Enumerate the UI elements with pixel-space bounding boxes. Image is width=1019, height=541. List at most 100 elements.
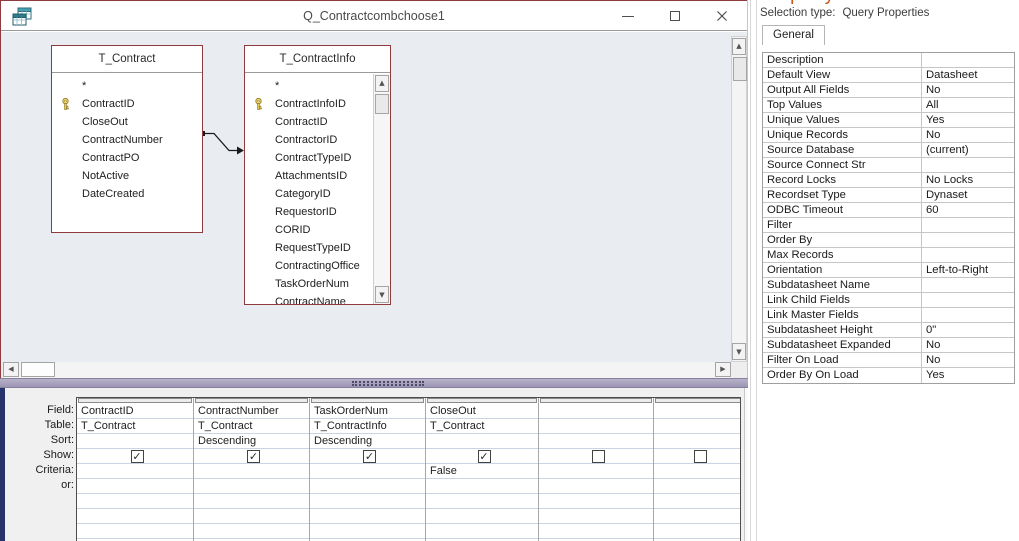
property-value[interactable] — [922, 293, 1014, 308]
column-selector[interactable] — [311, 398, 424, 403]
grid-cell-show[interactable]: ✓ — [77, 449, 193, 464]
grid-cell-field[interactable]: ContractNumber — [194, 404, 309, 419]
table-field[interactable]: DateCreated — [52, 185, 202, 203]
table-field[interactable]: NotActive — [52, 167, 202, 185]
grid-cell-criteria[interactable]: False — [426, 464, 538, 479]
grid-cell-empty[interactable] — [310, 494, 425, 509]
table-field[interactable]: ContractorID — [245, 131, 372, 149]
table-field[interactable]: ContractName — [245, 293, 372, 304]
grid-cell-empty[interactable] — [539, 524, 653, 539]
grid-cell-field[interactable]: ContractID — [77, 404, 193, 419]
property-value[interactable]: 0" — [922, 323, 1014, 338]
property-value[interactable]: (current) — [922, 143, 1014, 158]
grid-cell-or[interactable] — [654, 479, 740, 494]
column-selector[interactable] — [195, 398, 308, 403]
grid-cell-or[interactable] — [539, 479, 653, 494]
table-field[interactable]: ContractID — [52, 95, 202, 113]
show-checkbox-checked[interactable]: ✓ — [247, 450, 260, 463]
grid-cell-empty[interactable] — [426, 509, 538, 524]
table-field[interactable]: TaskOrderNum — [245, 275, 372, 293]
grid-cell-empty[interactable] — [539, 509, 653, 524]
grid-cell-field[interactable] — [654, 404, 740, 419]
table-field[interactable]: RequestorID — [245, 203, 372, 221]
grid-cell-show[interactable]: ✓ — [194, 449, 309, 464]
grid-cell-sort[interactable] — [539, 434, 653, 449]
column-selector[interactable] — [78, 398, 192, 403]
grid-cell-empty[interactable] — [654, 509, 740, 524]
property-value[interactable] — [922, 308, 1014, 323]
property-value[interactable] — [922, 248, 1014, 263]
column-selector[interactable] — [540, 398, 652, 403]
grid-cell-or[interactable] — [426, 479, 538, 494]
table-card[interactable]: T_Contract * ContractID CloseOut ContractNum… — [51, 45, 203, 233]
scroll-down-button[interactable]: ▼ — [375, 286, 389, 303]
grid-cell-empty[interactable] — [194, 494, 309, 509]
grid-cell-sort[interactable]: Descending — [194, 434, 309, 449]
scrollbar-thumb[interactable] — [21, 362, 55, 377]
property-value[interactable]: Dynaset — [922, 188, 1014, 203]
property-value[interactable]: No — [922, 128, 1014, 143]
table-field[interactable]: * — [52, 77, 202, 95]
grid-cell-or[interactable] — [194, 479, 309, 494]
table-field[interactable]: CORID — [245, 221, 372, 239]
table-field[interactable]: CategoryID — [245, 185, 372, 203]
grid-cell-show[interactable]: ✓ — [310, 449, 425, 464]
grid-cell-empty[interactable] — [310, 509, 425, 524]
grid-cell-field[interactable]: TaskOrderNum — [310, 404, 425, 419]
property-value[interactable]: Yes — [922, 113, 1014, 128]
table-card[interactable]: T_ContractInfo * ContractInfoID ContractID C… — [244, 45, 391, 305]
show-checkbox-unchecked[interactable] — [591, 450, 605, 463]
grid-cell-field[interactable]: CloseOut — [426, 404, 538, 419]
grid-cell-table[interactable]: T_Contract — [77, 419, 193, 434]
table-field[interactable]: * — [245, 77, 372, 95]
property-value[interactable]: Datasheet — [922, 68, 1014, 83]
property-value[interactable]: No — [922, 338, 1014, 353]
property-value[interactable] — [922, 233, 1014, 248]
grid-cell-criteria[interactable] — [310, 464, 425, 479]
diagram-vertical-scrollbar[interactable]: ▲ ▼ — [731, 36, 747, 362]
grid-cell-criteria[interactable] — [539, 464, 653, 479]
property-value[interactable]: 60 — [922, 203, 1014, 218]
grid-cell-table[interactable]: T_Contract — [194, 419, 309, 434]
table-field[interactable]: ContractPO — [52, 149, 202, 167]
property-value[interactable] — [922, 158, 1014, 173]
table-field[interactable]: CloseOut — [52, 113, 202, 131]
pane-splitter[interactable] — [0, 378, 748, 388]
table-field[interactable]: ContractNumber — [52, 131, 202, 149]
tab-general[interactable]: General — [762, 25, 825, 45]
scroll-up-button[interactable]: ▲ — [732, 38, 746, 55]
grid-cell-table[interactable] — [539, 419, 653, 434]
grid-cell-or[interactable] — [77, 479, 193, 494]
grid-cell-empty[interactable] — [194, 509, 309, 524]
scroll-up-button[interactable]: ▲ — [375, 75, 389, 92]
grid-cell-or[interactable] — [310, 479, 425, 494]
grid-cell-show[interactable]: ✓ — [426, 449, 538, 464]
table-card-title[interactable]: T_ContractInfo — [245, 46, 390, 73]
property-value[interactable] — [922, 53, 1014, 68]
grid-cell-criteria[interactable] — [77, 464, 193, 479]
splitter-grip-icon[interactable] — [352, 381, 424, 386]
table-field[interactable]: ContractID — [245, 113, 372, 131]
table-field[interactable]: ContractingOffice — [245, 257, 372, 275]
grid-cell-empty[interactable] — [539, 494, 653, 509]
minimize-button[interactable] — [611, 1, 645, 31]
property-value[interactable]: Left-to-Right — [922, 263, 1014, 278]
grid-cell-empty[interactable] — [426, 524, 538, 539]
grid-cell-show[interactable] — [654, 449, 740, 464]
scroll-down-button[interactable]: ▼ — [732, 343, 746, 360]
show-checkbox-unchecked[interactable] — [693, 450, 707, 463]
show-checkbox-checked[interactable]: ✓ — [363, 450, 376, 463]
grid-cell-criteria[interactable] — [194, 464, 309, 479]
grid-cell-empty[interactable] — [654, 494, 740, 509]
grid-cell-empty[interactable] — [77, 494, 193, 509]
grid-cell-sort[interactable]: Descending — [310, 434, 425, 449]
property-value[interactable] — [922, 218, 1014, 233]
grid-cell-empty[interactable] — [426, 494, 538, 509]
grid-cell-empty[interactable] — [310, 524, 425, 539]
grid-cell-table[interactable] — [654, 419, 740, 434]
show-checkbox-checked[interactable]: ✓ — [130, 450, 144, 463]
scroll-left-button[interactable]: ◀ — [3, 362, 19, 377]
query-window-titlebar[interactable]: Q_Contractcombchoose1 — [1, 1, 747, 31]
property-value[interactable]: No — [922, 353, 1014, 368]
property-value[interactable]: No — [922, 83, 1014, 98]
